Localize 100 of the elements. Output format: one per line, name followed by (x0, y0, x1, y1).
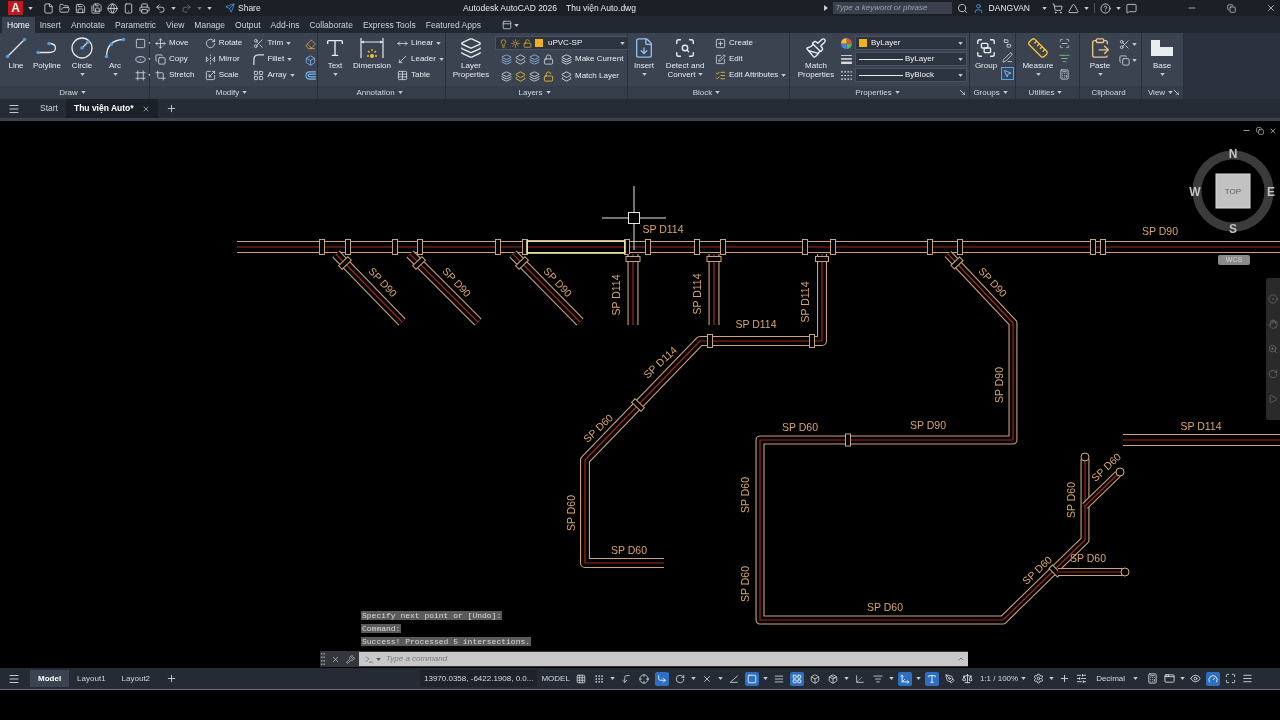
caret-icon[interactable] (717, 677, 723, 680)
nested-arcs-icon[interactable] (304, 70, 316, 80)
filter-icon[interactable] (1059, 53, 1070, 65)
triangle-icon[interactable] (1068, 2, 1079, 14)
base-button[interactable]: Base (1145, 34, 1179, 76)
text-button[interactable]: Text (321, 34, 349, 76)
hatch-button[interactable] (135, 67, 153, 83)
arc-button[interactable]: Arc (101, 34, 129, 76)
layers-icon[interactable] (529, 70, 540, 82)
annotation-scale-button[interactable]: 1:1 / 100% (977, 672, 1029, 685)
copy-clip-button[interactable] (1119, 52, 1137, 68)
fillet-button[interactable]: Fillet (253, 51, 302, 67)
compass-letter[interactable]: W (1189, 185, 1201, 199)
table-button[interactable]: Table (397, 67, 444, 83)
measure-button[interactable]: Measure (1019, 34, 1057, 76)
color-dropdown[interactable]: ByLayer (855, 36, 967, 50)
caret-icon[interactable] (1084, 6, 1089, 10)
close-icon[interactable] (141, 104, 150, 113)
layers-icon[interactable] (515, 70, 526, 82)
plus-icon[interactable] (166, 673, 178, 684)
menu-icon[interactable] (1241, 672, 1255, 685)
fullscreen-icon[interactable] (1224, 672, 1238, 685)
settings-icon[interactable] (1032, 672, 1046, 685)
group-button[interactable]: Group (973, 34, 999, 70)
letter-t-icon[interactable] (924, 671, 939, 686)
close-icon[interactable] (331, 654, 340, 664)
ribbon-tab[interactable]: Collaborate (304, 17, 358, 33)
grip-icon[interactable] (321, 653, 325, 665)
panel-title-button[interactable]: Layers (518, 86, 551, 99)
message-icon[interactable] (1126, 2, 1137, 14)
printer-icon[interactable] (139, 2, 150, 14)
pointer-icon[interactable] (1001, 67, 1014, 81)
ribbon-tab[interactable]: Annotate (65, 17, 110, 33)
insert-button[interactable]: Insert (631, 34, 657, 76)
panel-launcher-icon[interactable] (1174, 90, 1179, 95)
search-icon[interactable] (956, 2, 968, 14)
restore-icon[interactable] (1227, 3, 1236, 13)
caret-icon[interactable] (376, 657, 381, 661)
compass-letter[interactable]: N (1228, 147, 1238, 161)
expand-arrow-icon[interactable] (823, 5, 828, 11)
layer-properties-button[interactable]: Layer Properties (449, 34, 493, 79)
compass-letter[interactable]: S (1229, 222, 1237, 236)
layers-icon[interactable] (515, 53, 526, 65)
padlock-icon[interactable] (543, 70, 554, 82)
line-button[interactable]: Line (3, 34, 29, 70)
calculator-icon[interactable] (1146, 672, 1160, 685)
cart-icon[interactable] (1052, 2, 1063, 14)
edit-button[interactable]: Edit (715, 51, 787, 67)
array-button[interactable]: Array (253, 67, 302, 83)
eraser-icon[interactable] (304, 39, 316, 51)
share-button[interactable]: Share (225, 1, 261, 15)
save-icon[interactable] (75, 2, 86, 14)
ungroup-icon[interactable] (1002, 37, 1013, 49)
copy-button[interactable]: Copy (155, 51, 203, 67)
caret-icon[interactable] (843, 677, 849, 680)
layers-icon[interactable] (501, 70, 512, 82)
chevron-up-icon[interactable] (957, 655, 965, 663)
units-button[interactable]: Decimal (1092, 672, 1143, 685)
ribbon-tab[interactable]: Featured Apps (420, 17, 486, 33)
search-field[interactable]: Type a keyword or phrase (832, 2, 952, 14)
file-tab[interactable]: Thu viện Auto* (65, 99, 158, 118)
folder-icon[interactable] (59, 2, 70, 14)
ribbon-tab[interactable]: Home (2, 17, 35, 33)
ribbon-tab[interactable]: Add-ins (265, 17, 305, 33)
lineweight-dropdown[interactable]: ByLayer (855, 52, 967, 66)
model-space-button[interactable]: MODEL (537, 670, 574, 687)
pen-tool-icon[interactable] (942, 671, 957, 686)
layout-tab[interactable]: Layout1 (69, 670, 114, 687)
panel-launcher-icon[interactable] (960, 90, 965, 95)
undo-icon[interactable] (155, 2, 166, 14)
wrench-icon[interactable] (346, 654, 355, 664)
balance-scale-icon[interactable] (960, 672, 974, 685)
viewcube-top-face[interactable]: TOP (1215, 173, 1251, 209)
caret-icon[interactable] (609, 677, 615, 680)
ribbon-tab[interactable]: Manage (189, 17, 231, 33)
file-tab[interactable]: Start (32, 99, 66, 118)
padlock-icon[interactable] (543, 53, 554, 65)
dimension-button[interactable]: Dimension (351, 34, 393, 70)
match-properties-button[interactable]: Match Properties (793, 34, 839, 79)
close-icon[interactable] (1269, 126, 1277, 135)
app-logo[interactable]: A (8, 1, 23, 15)
layers-icon[interactable] (529, 53, 540, 65)
caret-icon[interactable] (1049, 677, 1055, 680)
caret-icon[interactable] (171, 6, 176, 10)
layout-tab[interactable]: Layout2 (113, 670, 159, 687)
restore-icon[interactable] (1256, 126, 1264, 135)
window-icon[interactable] (1163, 672, 1177, 685)
gauge-icon[interactable] (1206, 671, 1221, 686)
caret-icon[interactable] (762, 677, 768, 680)
panel-title-button[interactable]: Modify (215, 86, 248, 99)
scale-button[interactable]: Scale (204, 67, 252, 83)
ribbon-tab[interactable]: View (161, 17, 190, 33)
polyline-button[interactable]: Polyline (31, 34, 63, 70)
layer-dropdown[interactable]: uPVC-SP (495, 36, 629, 50)
edit-attributes-button[interactable]: Edit Attributes (715, 67, 787, 83)
create-button[interactable]: Create (715, 35, 787, 51)
circle-button[interactable]: Circle (65, 34, 99, 76)
trim-button[interactable]: Trim (253, 35, 302, 51)
layers-icon[interactable] (501, 53, 512, 65)
caret-icon[interactable] (1116, 6, 1121, 10)
